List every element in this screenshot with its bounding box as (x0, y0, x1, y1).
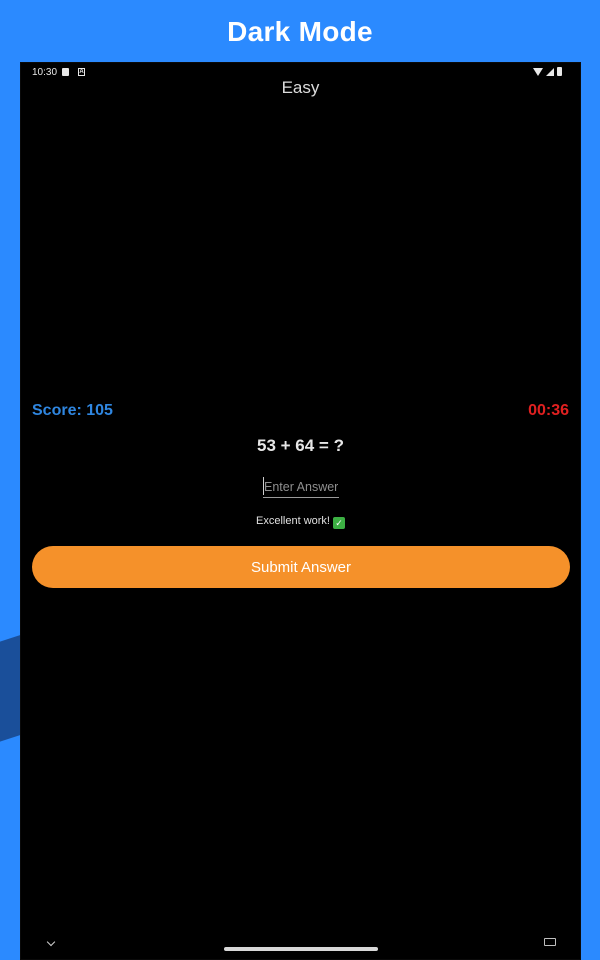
feedback-message: Excellent work! ✓ (21, 515, 580, 529)
timer-label: 00:36 (528, 402, 569, 419)
feedback-text: Excellent work! (256, 515, 330, 527)
question-text: 53 + 64 = ? (257, 436, 344, 455)
signal-icon (546, 67, 554, 76)
text-cursor (263, 477, 264, 495)
home-handle[interactable] (224, 947, 378, 951)
a-badge-icon: A (78, 68, 85, 76)
keyboard-icon[interactable] (544, 938, 556, 946)
status-icons (533, 67, 562, 76)
answer-input[interactable] (263, 476, 339, 498)
status-time: 10:30 (32, 67, 58, 78)
battery-icon (557, 67, 562, 76)
sim-card-icon (62, 68, 69, 76)
check-mark-icon: ✓ (332, 517, 345, 529)
level-title: Easy (281, 78, 320, 97)
device-screen: 10:30 A Easy Score: 105 00:36 53 + 64 = … (20, 62, 581, 960)
score-label: Score: 105 (32, 402, 113, 419)
submit-answer-button[interactable]: Submit Answer (32, 546, 570, 588)
promo-title: Dark Mode (227, 16, 373, 47)
chevron-down-icon[interactable] (46, 937, 56, 947)
wifi-icon (533, 67, 543, 76)
